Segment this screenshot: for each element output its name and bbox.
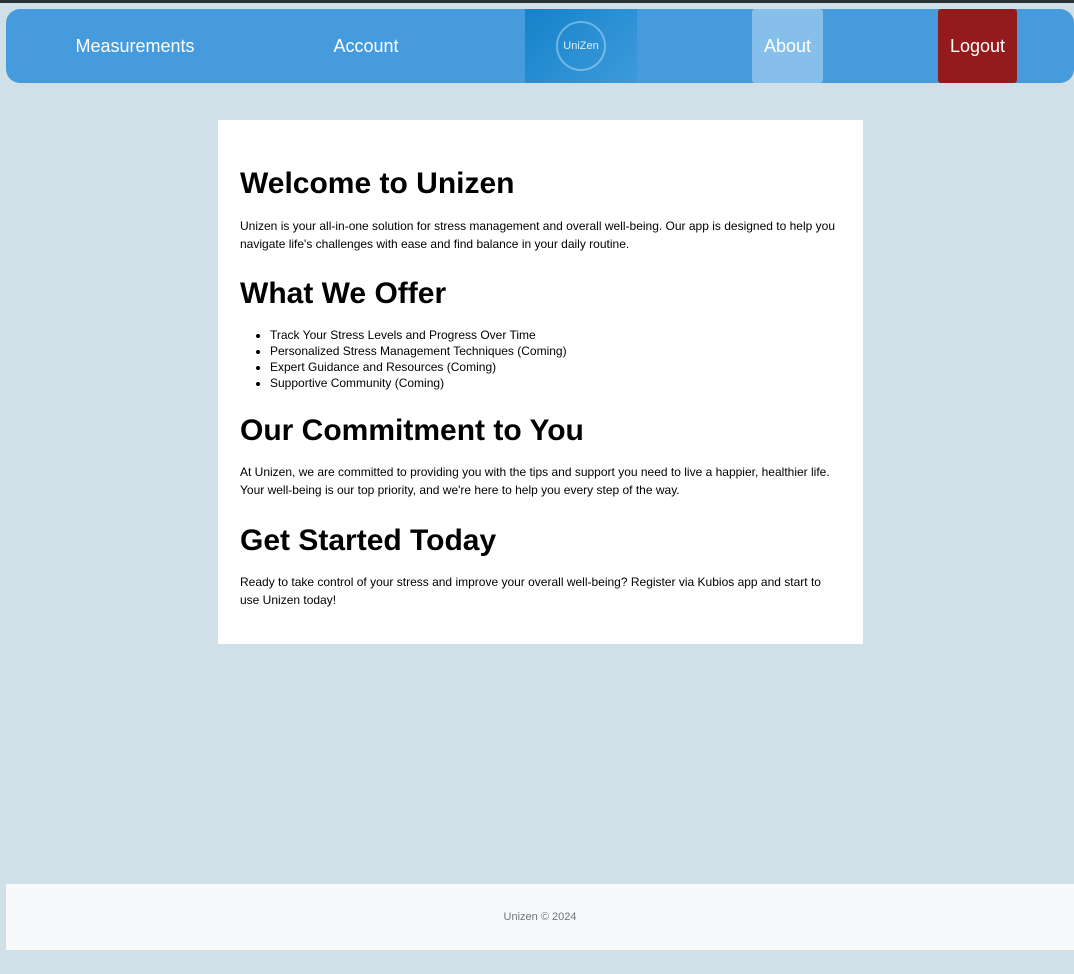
list-item: Track Your Stress Levels and Progress Ov… [270,327,567,343]
list-item: Supportive Community (Coming) [270,375,567,391]
get-started-text: Ready to take control of your stress and… [240,575,821,607]
window-top-strip [0,0,1074,3]
nav-measurements-link[interactable]: Measurements [66,9,204,83]
nav-about-link[interactable]: About [752,9,823,83]
welcome-heading: Welcome to Unizen [240,167,515,200]
list-item: Expert Guidance and Resources (Coming) [270,359,567,375]
offer-list: Track Your Stress Levels and Progress Ov… [240,327,567,391]
logout-button[interactable]: Logout [938,9,1017,83]
main-content: Welcome to Unizen Unizen is your all-in-… [218,120,863,644]
get-started-heading: Get Started Today [240,524,497,557]
logo-circle-icon: UniZen [556,21,606,71]
navbar: Measurements Account UniZen About Logout [6,9,1074,83]
commitment-text: At Unizen, we are committed to providing… [240,465,830,497]
logo[interactable]: UniZen [525,9,637,83]
footer-copyright: Unizen © 2024 [503,911,577,923]
commitment-heading: Our Commitment to You [240,414,584,447]
nav-account-link[interactable]: Account [324,9,408,83]
logo-text: UniZen [563,40,599,52]
welcome-text: Unizen is your all-in-one solution for s… [240,219,835,251]
footer: Unizen © 2024 [6,884,1074,950]
list-item: Personalized Stress Management Technique… [270,343,567,359]
offer-heading: What We Offer [240,277,447,310]
